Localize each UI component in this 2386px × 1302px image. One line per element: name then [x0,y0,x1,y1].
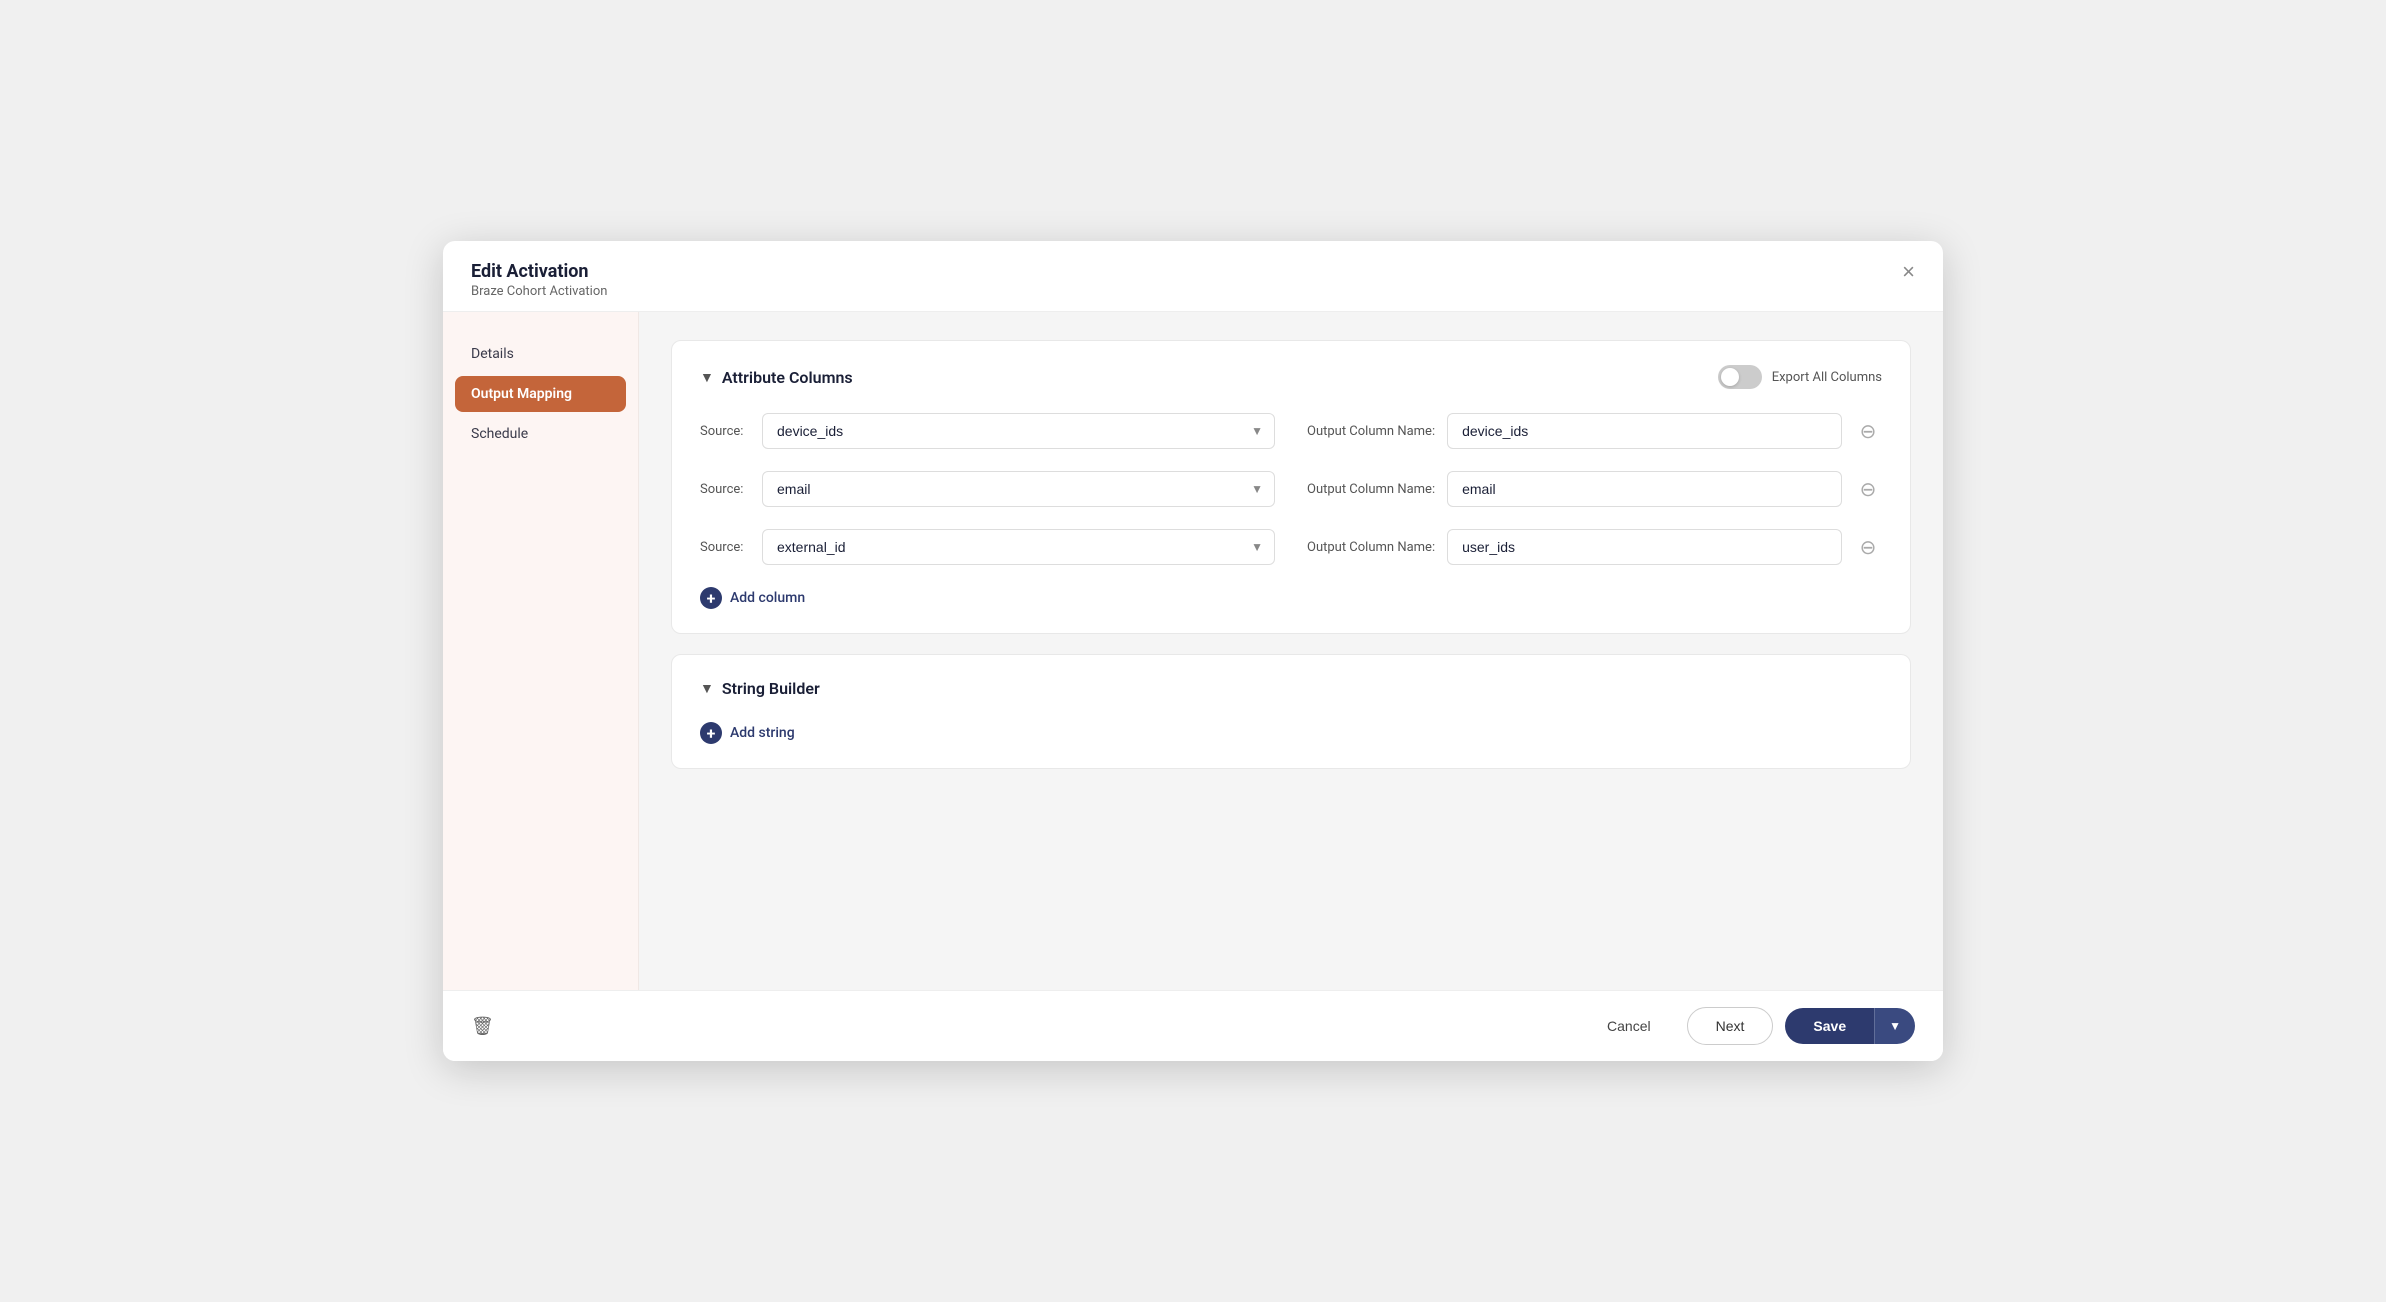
output-input-3[interactable] [1447,529,1842,565]
delete-button[interactable]: 🗑 [471,1016,494,1037]
chevron-down-icon: ▼ [700,369,714,386]
attribute-columns-header: ▼ Attribute Columns Export All Columns [700,365,1882,389]
modal-body: Details Output Mapping Schedule ▼ Attrib… [443,312,1943,990]
modal-header: Edit Activation Braze Cohort Activation … [443,241,1943,312]
sidebar-item-schedule[interactable]: Schedule [455,416,626,452]
source-label-1: Source: [700,424,750,439]
save-group: Save ▼ [1785,1008,1915,1044]
output-label-1: Output Column Name: [1307,424,1435,439]
sidebar: Details Output Mapping Schedule [443,312,639,990]
output-group-3: Output Column Name: ⊖ [1307,529,1882,565]
add-column-label: Add column [730,590,805,606]
output-input-1[interactable] [1447,413,1842,449]
sidebar-item-output-mapping[interactable]: Output Mapping [455,376,626,412]
attribute-columns-card: ▼ Attribute Columns Export All Columns S… [671,340,1911,634]
add-string-label: Add string [730,725,795,741]
string-builder-chevron-icon: ▼ [700,680,714,697]
source-select-wrapper-2: email ▼ [762,471,1275,507]
string-builder-title: String Builder [722,679,820,698]
add-string-row[interactable]: + Add string [700,722,1882,744]
output-group-2: Output Column Name: ⊖ [1307,471,1882,507]
add-string-icon: + [700,722,722,744]
output-label-3: Output Column Name: [1307,540,1435,555]
modal-title-block: Edit Activation Braze Cohort Activation [471,261,607,299]
modal-title: Edit Activation [471,261,607,282]
source-label-3: Source: [700,540,750,555]
source-group-3: Source: external_id ▼ [700,529,1275,565]
modal-footer: 🗑 Cancel Next Save ▼ [443,990,1943,1061]
footer-right: Cancel Next Save ▼ [1583,1007,1915,1045]
mapping-row-2: Source: email ▼ Output Column Name: ⊖ [700,471,1882,507]
string-builder-card: ▼ String Builder + Add string [671,654,1911,769]
save-dropdown-button[interactable]: ▼ [1874,1008,1915,1044]
output-group-1: Output Column Name: ⊖ [1307,413,1882,449]
next-button[interactable]: Next [1687,1007,1774,1045]
edit-activation-modal: Edit Activation Braze Cohort Activation … [443,241,1943,1061]
mapping-row-3: Source: external_id ▼ Output Column Name… [700,529,1882,565]
save-button[interactable]: Save [1785,1008,1874,1044]
string-builder-title-row: ▼ String Builder [700,679,820,698]
source-select-2[interactable]: email [762,471,1275,507]
source-select-1[interactable]: device_ids [762,413,1275,449]
modal-subtitle: Braze Cohort Activation [471,284,607,299]
source-select-wrapper-3: external_id ▼ [762,529,1275,565]
source-select-wrapper-1: device_ids ▼ [762,413,1275,449]
remove-button-1[interactable]: ⊖ [1854,417,1882,445]
attribute-columns-title-row: ▼ Attribute Columns [700,368,853,387]
sidebar-item-details[interactable]: Details [455,336,626,372]
export-all-label: Export All Columns [1772,370,1882,385]
source-group-2: Source: email ▼ [700,471,1275,507]
add-column-icon: + [700,587,722,609]
output-input-2[interactable] [1447,471,1842,507]
output-label-2: Output Column Name: [1307,482,1435,497]
close-button[interactable]: × [1902,259,1915,285]
mapping-row-1: Source: device_ids ▼ Output Column Name:… [700,413,1882,449]
cancel-button[interactable]: Cancel [1583,1008,1675,1044]
source-label-2: Source: [700,482,750,497]
export-all-row: Export All Columns [1718,365,1882,389]
attribute-columns-title: Attribute Columns [722,368,853,387]
source-group-1: Source: device_ids ▼ [700,413,1275,449]
remove-button-2[interactable]: ⊖ [1854,475,1882,503]
string-builder-header: ▼ String Builder [700,679,1882,698]
add-column-row[interactable]: + Add column [700,587,1882,609]
remove-button-3[interactable]: ⊖ [1854,533,1882,561]
main-content: ▼ Attribute Columns Export All Columns S… [639,312,1943,990]
source-select-3[interactable]: external_id [762,529,1275,565]
export-all-toggle[interactable] [1718,365,1762,389]
footer-left: 🗑 [471,1016,494,1037]
